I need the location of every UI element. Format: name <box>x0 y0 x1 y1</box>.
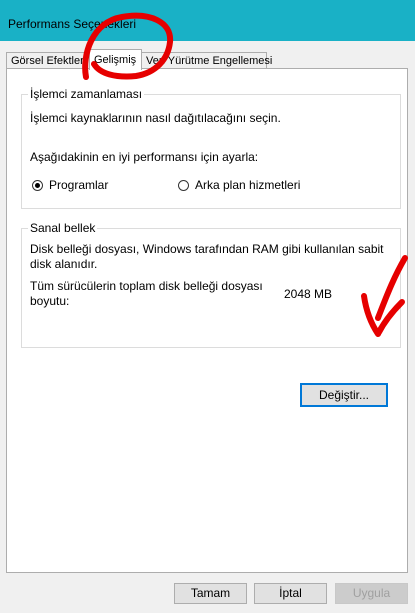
radio-background-services[interactable]: Arka plan hizmetleri <box>178 178 300 192</box>
virtual-memory-label: Sanal bellek <box>28 221 98 235</box>
cancel-button[interactable]: İptal <box>254 583 327 604</box>
adjust-for-label: Aşağıdakinin en iyi performansı için aya… <box>30 150 259 164</box>
radio-programs-label: Programlar <box>49 178 109 192</box>
virtual-memory-description-line2: disk alanıdır. <box>30 257 98 271</box>
processor-scheduling-label: İşlemci zamanlaması <box>28 87 145 101</box>
virtual-memory-description-line1: Disk belleği dosyası, Windows tarafından… <box>30 242 384 256</box>
performance-options-dialog: Performans Seçenekleri Görsel Efektler G… <box>0 0 415 613</box>
total-paging-value: 2048 MB <box>284 287 333 301</box>
virtual-memory-group: Sanal bellek Disk belleği dosyası, Windo… <box>21 221 401 348</box>
radio-programs[interactable]: Programlar <box>32 178 108 192</box>
tab-strip: Görsel Efektler Gelişmiş Veri Yürütme En… <box>0 41 415 70</box>
radio-unselected-icon[interactable] <box>178 179 189 191</box>
processor-scheduling-group: İşlemci zamanlaması İşlemci kaynaklarını… <box>21 87 401 209</box>
ok-button[interactable]: Tamam <box>174 583 247 604</box>
processor-description: İşlemci kaynaklarının nasıl dağıtılacağı… <box>30 111 281 125</box>
tab-advanced[interactable]: Gelişmiş <box>89 49 142 70</box>
change-button[interactable]: Değiştir... <box>300 383 388 407</box>
radio-background-services-label: Arka plan hizmetleri <box>195 178 301 192</box>
radio-selected-icon[interactable] <box>32 179 43 191</box>
apply-button: Uygula <box>335 583 408 604</box>
window-title: Performans Seçenekleri <box>8 17 137 31</box>
total-paging-label-line1: Tüm sürücülerin toplam disk belleği dosy… <box>30 279 263 293</box>
tab-panel-advanced: İşlemci zamanlaması İşlemci kaynaklarını… <box>6 68 408 573</box>
tab-data-execution-prevention[interactable]: Veri Yürütme Engellemesi <box>141 52 272 69</box>
title-bar[interactable]: Performans Seçenekleri <box>0 0 415 41</box>
total-paging-label-line2: boyutu: <box>30 294 70 308</box>
tab-visual-effects[interactable]: Görsel Efektler <box>6 52 90 69</box>
